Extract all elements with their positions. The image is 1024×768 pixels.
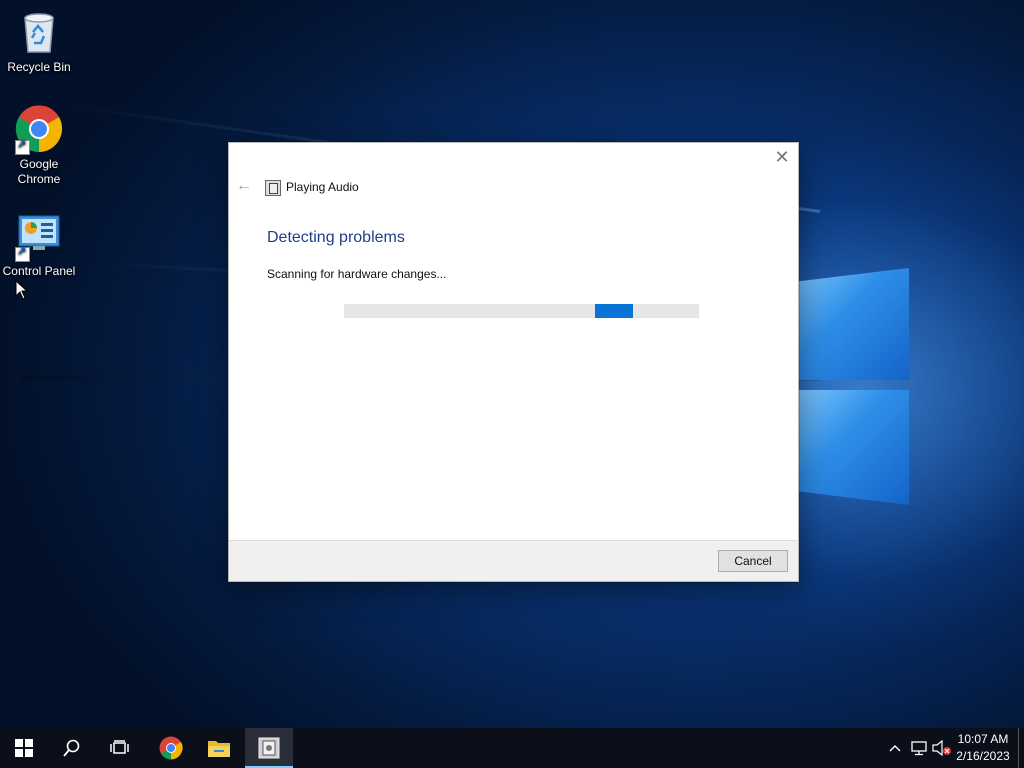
page-heading: Detecting problems: [267, 229, 405, 246]
troubleshooter-dialog: ✕ ← Playing Audio Detecting problems Sca…: [228, 142, 799, 582]
chrome-icon: [15, 105, 63, 155]
recycle-bin-shortcut[interactable]: Recycle Bin: [1, 8, 77, 75]
clock-date: 2/16/2023: [956, 749, 1010, 763]
shortcut-arrow-icon: [15, 245, 30, 262]
control-panel-shortcut[interactable]: Control Panel: [1, 212, 77, 279]
cancel-button[interactable]: Cancel: [718, 550, 788, 572]
folder-icon: [208, 741, 230, 757]
chrome-icon: [159, 736, 183, 760]
google-chrome-label: Google Chrome: [17, 157, 61, 186]
search-button[interactable]: [48, 728, 96, 768]
control-panel-icon: [15, 212, 63, 262]
google-chrome-shortcut[interactable]: Google Chrome: [1, 105, 77, 187]
close-icon[interactable]: ✕: [774, 148, 790, 166]
back-arrow-icon[interactable]: ←: [236, 177, 252, 195]
troubleshooter-icon: [258, 737, 280, 759]
start-button[interactable]: [0, 728, 48, 768]
shortcut-arrow-icon: [15, 138, 30, 155]
control-panel-label: Control Panel: [2, 264, 76, 278]
windows-start-icon: [15, 739, 33, 757]
troubleshooter-icon: [265, 180, 281, 196]
clock-time: 10:07 AM: [957, 732, 1009, 746]
search-icon: [63, 739, 80, 757]
chevron-up-icon: [889, 745, 901, 752]
dialog-footer: Cancel: [229, 540, 798, 581]
recycle-bin-icon: [15, 8, 63, 56]
recycle-bin-label: Recycle Bin: [7, 60, 71, 74]
progress-indicator: [595, 304, 633, 318]
taskbar-troubleshooter-button[interactable]: [245, 728, 293, 768]
progress-bar: [344, 304, 699, 318]
show-hidden-icons-button[interactable]: [884, 728, 906, 768]
volume-tray-button[interactable]: [931, 728, 953, 768]
task-view-button[interactable]: [96, 728, 144, 768]
task-view-icon: [110, 740, 129, 754]
windows-logo-pane: [797, 268, 909, 380]
status-text: Scanning for hardware changes...: [267, 267, 447, 281]
taskbar: 10:07 AM 2/16/2023: [0, 728, 1024, 768]
show-desktop-button[interactable]: [1018, 728, 1024, 768]
taskbar-file-explorer-button[interactable]: [195, 728, 243, 768]
dialog-title: Playing Audio: [286, 180, 359, 194]
network-tray-button[interactable]: [908, 728, 930, 768]
volume-muted-icon: [932, 740, 951, 756]
network-icon: [911, 741, 927, 756]
taskbar-chrome-button[interactable]: [147, 728, 195, 768]
windows-logo-pane: [797, 390, 909, 505]
taskbar-clock[interactable]: 10:07 AM 2/16/2023: [952, 731, 1014, 765]
